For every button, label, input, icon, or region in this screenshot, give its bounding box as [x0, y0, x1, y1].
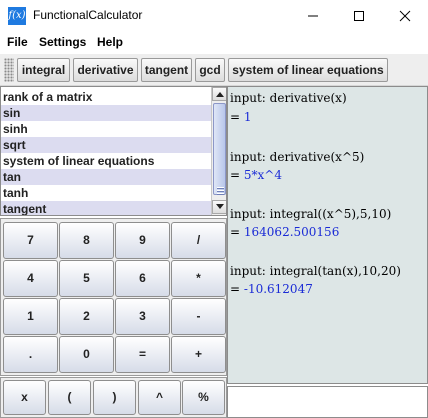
maximize-button[interactable] — [336, 0, 382, 31]
result-value: 5*x^4 — [243, 168, 282, 182]
output-panel: input: derivative(x) = 1 input: derivati… — [227, 86, 428, 384]
key-button[interactable]: 5 — [59, 260, 114, 297]
toolbar-gcd-button[interactable]: gcd — [195, 58, 225, 82]
list-item[interactable]: sinh — [1, 121, 211, 137]
close-icon — [399, 10, 411, 22]
window-title: FunctionalCalculator — [33, 8, 143, 22]
app-icon: f(x) — [8, 7, 26, 25]
key-button[interactable]: * — [171, 260, 226, 297]
result-equals: = — [230, 225, 241, 239]
scroll-down-button[interactable] — [212, 200, 226, 214]
key-button[interactable]: 7 — [3, 222, 58, 259]
extra-key-button[interactable]: ( — [48, 380, 91, 415]
close-button[interactable] — [382, 0, 428, 31]
output-result-line: = 164062.500156 — [230, 225, 339, 239]
command-input[interactable] — [227, 386, 428, 418]
key-button[interactable]: 4 — [3, 260, 58, 297]
key-button[interactable]: - — [171, 298, 226, 335]
key-button[interactable]: / — [171, 222, 226, 259]
list-item[interactable]: tangent — [1, 201, 211, 215]
arrow-down-icon — [216, 204, 224, 209]
menu-settings[interactable]: Settings — [39, 35, 86, 49]
extra-key-button[interactable]: ^ — [138, 380, 181, 415]
key-button[interactable]: + — [171, 336, 226, 373]
key-button[interactable]: 3 — [115, 298, 170, 335]
key-button[interactable]: . — [3, 336, 58, 373]
output-input-line: input: integral((x^5),5,10) — [230, 207, 392, 221]
extra-key-button[interactable]: x — [3, 380, 46, 415]
key-button[interactable]: 2 — [59, 298, 114, 335]
result-equals: = — [230, 168, 241, 182]
result-equals: = — [230, 282, 241, 296]
output-input-line: input: derivative(x) — [230, 91, 347, 105]
keypad: 7 8 9/ 4 5 6 * 1 2 3-. 0 = + — [0, 218, 227, 376]
key-button[interactable]: 8 — [59, 222, 114, 259]
output-result-line: = -10.612047 — [230, 282, 313, 296]
key-button[interactable]: 1 — [3, 298, 58, 335]
toolbar-integral-button[interactable]: integral — [17, 58, 70, 82]
list-item[interactable]: sin — [1, 105, 211, 121]
toolbar: integral derivative tangent gcd system o… — [0, 54, 428, 86]
extra-keypad: x() ^% — [0, 377, 227, 418]
minimize-icon — [308, 15, 318, 17]
scroll-thumb[interactable] — [213, 103, 226, 195]
list-item[interactable]: sqrt — [1, 137, 211, 153]
toolbar-system-button[interactable]: system of linear equations — [228, 58, 388, 82]
key-button[interactable]: = — [115, 336, 170, 373]
output-input-line: input: derivative(x^5) — [230, 150, 365, 164]
result-value: -10.612047 — [243, 282, 313, 296]
extra-key-button[interactable]: % — [182, 380, 225, 415]
menu-help[interactable]: Help — [97, 35, 123, 49]
list-item[interactable]: tanh — [1, 185, 211, 201]
menu-file[interactable]: File — [7, 35, 28, 49]
output-input-line: input: integral(tan(x),10,20) — [230, 264, 401, 278]
list-item[interactable]: rank of a matrix — [1, 89, 211, 105]
grip-icon — [217, 187, 224, 195]
key-button[interactable]: 0 — [59, 336, 114, 373]
arrow-up-icon — [216, 92, 224, 97]
list-item[interactable]: system of linear equations — [1, 153, 211, 169]
toolbar-grip-icon[interactable] — [4, 58, 14, 82]
key-button[interactable]: 6 — [115, 260, 170, 297]
list-item[interactable]: tan — [1, 169, 211, 185]
minimize-button[interactable] — [290, 0, 336, 31]
menu-bar: File Settings Help — [0, 31, 428, 53]
scroll-up-button[interactable] — [212, 87, 226, 101]
list-scrollbar[interactable] — [211, 87, 226, 215]
output-result-line: = 1 — [230, 110, 252, 124]
maximize-icon — [354, 11, 364, 21]
extra-key-button[interactable]: ) — [93, 380, 136, 415]
function-list[interactable]: rank of a matrix sin sinh sqrt system of… — [0, 86, 227, 216]
title-bar: f(x) FunctionalCalculator — [0, 0, 428, 31]
key-button[interactable]: 9 — [115, 222, 170, 259]
result-equals: = — [230, 110, 241, 124]
toolbar-derivative-button[interactable]: derivative — [73, 58, 138, 82]
toolbar-tangent-button[interactable]: tangent — [141, 58, 192, 82]
output-result-line: = 5*x^4 — [230, 168, 282, 182]
result-value: 1 — [243, 110, 252, 124]
result-value: 164062.500156 — [243, 225, 340, 239]
